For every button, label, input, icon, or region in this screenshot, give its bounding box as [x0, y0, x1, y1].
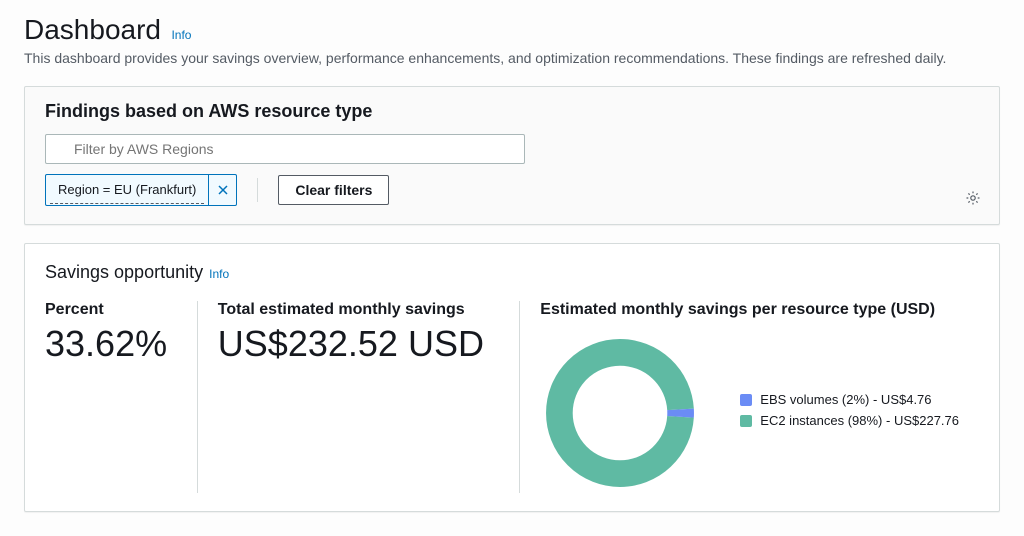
gear-icon[interactable] [965, 190, 981, 206]
region-filter-input[interactable] [45, 134, 525, 164]
savings-info-link[interactable]: Info [209, 267, 229, 281]
page-subtitle: This dashboard provides your savings ove… [24, 50, 1000, 66]
clear-filters-button[interactable]: Clear filters [278, 175, 389, 205]
legend-item-ec2: EC2 instances (98%) - US$227.76 [740, 413, 959, 428]
chart-title: Estimated monthly savings per resource t… [540, 301, 959, 319]
savings-title: Savings opportunity [45, 262, 203, 283]
legend-label: EC2 instances (98%) - US$227.76 [760, 413, 959, 428]
findings-card: Findings based on AWS resource type Regi… [24, 86, 1000, 225]
dashboard-info-link[interactable]: Info [171, 28, 191, 42]
region-filter-token-label: Region = EU (Frankfurt) [50, 176, 204, 204]
legend-swatch [740, 394, 752, 406]
legend-label: EBS volumes (2%) - US$4.76 [760, 392, 931, 407]
chart-legend: EBS volumes (2%) - US$4.76 EC2 instances… [740, 392, 959, 434]
filter-divider [257, 178, 258, 202]
region-filter-token[interactable]: Region = EU (Frankfurt) [45, 174, 237, 206]
percent-label: Percent [45, 301, 177, 319]
savings-donut-chart [540, 333, 700, 493]
donut-slice-ec2 [560, 352, 681, 473]
close-icon [217, 184, 229, 196]
total-savings-value: US$232.52 USD [218, 323, 499, 365]
savings-card: Savings opportunity Info Percent 33.62% … [24, 243, 1000, 512]
legend-swatch [740, 415, 752, 427]
total-savings-label: Total estimated monthly savings [218, 301, 499, 319]
region-filter-token-remove[interactable] [208, 175, 236, 205]
findings-title: Findings based on AWS resource type [45, 101, 979, 122]
legend-item-ebs: EBS volumes (2%) - US$4.76 [740, 392, 959, 407]
percent-value: 33.62% [45, 323, 177, 365]
page-title: Dashboard [24, 14, 161, 46]
